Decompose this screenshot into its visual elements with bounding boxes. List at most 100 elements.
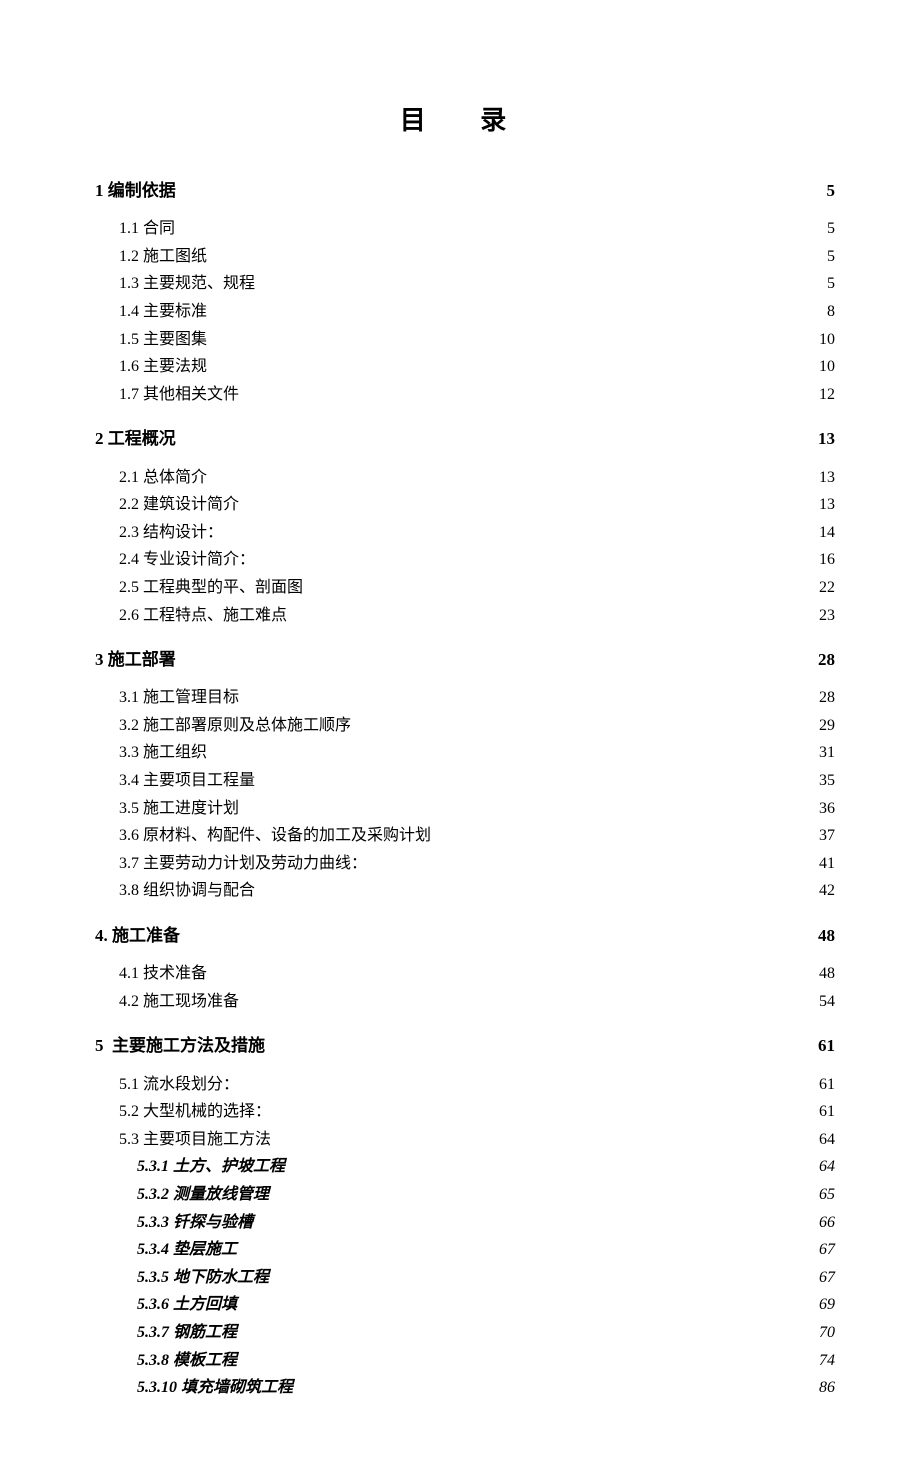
toc-item-page: 16 — [819, 547, 835, 573]
toc-item-page: 14 — [819, 520, 835, 546]
toc-item-label: 5.2 大型机械的选择： — [119, 1099, 271, 1125]
toc-item: 2.4 专业设计简介： 16 — [119, 547, 835, 573]
toc-item-label: 1.3 主要规范、规程 — [119, 271, 255, 297]
toc-item: 1.4 主要标准 8 — [119, 299, 835, 325]
toc-item-label: 2.5 工程典型的平、剖面图 — [119, 575, 303, 601]
toc-section-label: 1 编制依据 — [95, 177, 176, 204]
toc-item-page: 64 — [819, 1127, 835, 1153]
toc-item: 1.5 主要图集 10 — [119, 327, 835, 353]
toc-item-label: 1.5 主要图集 — [119, 327, 207, 353]
toc-item: 3.4 主要项目工程量 35 — [119, 768, 835, 794]
toc-item-label: 1.6 主要法规 — [119, 354, 207, 380]
toc-subitem-page: 86 — [819, 1375, 835, 1401]
toc-item-page: 13 — [819, 492, 835, 518]
toc-subitem-page: 64 — [819, 1154, 835, 1180]
toc-item-page: 36 — [819, 796, 835, 822]
toc-subitem-page: 67 — [819, 1265, 835, 1291]
toc-item-label: 4.1 技术准备 — [119, 961, 207, 987]
toc-section-page: 61 — [818, 1032, 835, 1059]
toc-item: 2.6 工程特点、施工难点 23 — [119, 603, 835, 629]
toc-item: 3.5 施工进度计划 36 — [119, 796, 835, 822]
toc-section: 2 工程概况 13 — [95, 425, 835, 452]
toc-item: 1.7 其他相关文件 12 — [119, 382, 835, 408]
toc-item-page: 5 — [827, 271, 835, 297]
toc-item-label: 3.1 施工管理目标 — [119, 685, 239, 711]
toc-item: 3.8 组织协调与配合42 — [119, 878, 835, 904]
toc-item-label: 3.5 施工进度计划 — [119, 796, 239, 822]
toc-subitem-label: 5.3.6 土方回填 — [137, 1292, 237, 1318]
toc-item-label: 2.4 专业设计简介： — [119, 547, 255, 573]
toc-item: 3.2 施工部署原则及总体施工顺序 29 — [119, 713, 835, 739]
toc-item: 2.1 总体简介13 — [119, 465, 835, 491]
toc-subitem: 5.3.3 钎探与验槽 66 — [137, 1210, 835, 1236]
toc-item-page: 22 — [819, 575, 835, 601]
toc-subitem-label: 5.3.1 土方、护坡工程 — [137, 1154, 285, 1180]
toc-subitem: 5.3.2 测量放线管理 65 — [137, 1182, 835, 1208]
toc-item-label: 5.3 主要项目施工方法 — [119, 1127, 271, 1153]
toc-item: 3.7 主要劳动力计划及劳动力曲线： 41 — [119, 851, 835, 877]
toc-item-page: 31 — [819, 740, 835, 766]
toc-item: 2.2 建筑设计简介13 — [119, 492, 835, 518]
toc-subitem-page: 65 — [819, 1182, 835, 1208]
toc-section: 5 主要施工方法及措施 61 — [95, 1032, 835, 1059]
toc-item-page: 13 — [819, 465, 835, 491]
toc-item-page: 61 — [819, 1099, 835, 1125]
toc-item-label: 1.4 主要标准 — [119, 299, 207, 325]
toc-item-label: 3.8 组织协调与配合 — [119, 878, 255, 904]
toc-section: 3 施工部署 28 — [95, 646, 835, 673]
toc-item-label: 3.4 主要项目工程量 — [119, 768, 255, 794]
toc-item-label: 2.6 工程特点、施工难点 — [119, 603, 287, 629]
toc-item: 3.6 原材料、构配件、设备的加工及采购计划 37 — [119, 823, 835, 849]
toc-item-label: 5.1 流水段划分： — [119, 1072, 239, 1098]
toc-item: 1.3 主要规范、规程 5 — [119, 271, 835, 297]
toc-subitem: 5.3.6 土方回填69 — [137, 1292, 835, 1318]
toc-item-page: 41 — [819, 851, 835, 877]
toc-subitem-label: 5.3.2 测量放线管理 — [137, 1182, 269, 1208]
toc-subitem-label: 5.3.10 填充墙砌筑工程 — [137, 1375, 293, 1401]
toc-item-page: 28 — [819, 685, 835, 711]
toc-item-label: 3.2 施工部署原则及总体施工顺序 — [119, 713, 351, 739]
toc-item: 1.1 合同5 — [119, 216, 835, 242]
toc-section-label: 4. 施工准备 — [95, 922, 180, 949]
toc-subitem: 5.3.10 填充墙砌筑工程 86 — [137, 1375, 835, 1401]
toc-item: 5.3 主要项目施工方法 64 — [119, 1127, 835, 1153]
toc-title: 目 录 — [95, 100, 835, 137]
toc-item-label: 2.3 结构设计： — [119, 520, 223, 546]
toc-subitem: 5.3.1 土方、护坡工程 64 — [137, 1154, 835, 1180]
toc-item-label: 3.3 施工组织 — [119, 740, 207, 766]
toc-page: 目 录 1 编制依据 5 1.1 合同5 1.2 施工图纸 5 1.3 主要规范、… — [0, 0, 920, 1463]
toc-item-label: 1.2 施工图纸 — [119, 244, 207, 270]
toc-section: 1 编制依据 5 — [95, 177, 835, 204]
toc-item: 1.2 施工图纸 5 — [119, 244, 835, 270]
toc-subitem-label: 5.3.8 模板工程 — [137, 1348, 237, 1374]
toc-item-page: 5 — [827, 244, 835, 270]
toc-item-label: 3.6 原材料、构配件、设备的加工及采购计划 — [119, 823, 431, 849]
toc-item-page: 29 — [819, 713, 835, 739]
toc-subitem-label: 5.3.3 钎探与验槽 — [137, 1210, 253, 1236]
toc-item-page: 23 — [819, 603, 835, 629]
toc-subitem-label: 5.3.7 钢筋工程 — [137, 1320, 237, 1346]
toc-item-page: 35 — [819, 768, 835, 794]
toc-subitem: 5.3.7 钢筋工程70 — [137, 1320, 835, 1346]
toc-item-page: 37 — [819, 823, 835, 849]
toc-section-label: 3 施工部署 — [95, 646, 176, 673]
toc-item-page: 48 — [819, 961, 835, 987]
toc-item: 5.2 大型机械的选择： 61 — [119, 1099, 835, 1125]
toc-item-page: 54 — [819, 989, 835, 1015]
toc-item-page: 10 — [819, 327, 835, 353]
toc-subitem-label: 5.3.4 垫层施工 — [137, 1237, 237, 1263]
toc-section-label: 2 工程概况 — [95, 425, 176, 452]
toc-item: 3.3 施工组织 31 — [119, 740, 835, 766]
toc-item-page: 8 — [827, 299, 835, 325]
toc-item-label: 1.7 其他相关文件 — [119, 382, 239, 408]
toc-item: 1.6 主要法规10 — [119, 354, 835, 380]
toc-subitem-page: 66 — [819, 1210, 835, 1236]
toc-item: 3.1 施工管理目标 28 — [119, 685, 835, 711]
toc-item-page: 12 — [819, 382, 835, 408]
toc-item-page: 61 — [819, 1072, 835, 1098]
toc-item-label: 3.7 主要劳动力计划及劳动力曲线： — [119, 851, 367, 877]
toc-section-page: 28 — [818, 646, 835, 673]
toc-item: 5.1 流水段划分： 61 — [119, 1072, 835, 1098]
toc-subitem: 5.3.5 地下防水工程67 — [137, 1265, 835, 1291]
toc-section-label: 5 主要施工方法及措施 — [95, 1032, 265, 1059]
